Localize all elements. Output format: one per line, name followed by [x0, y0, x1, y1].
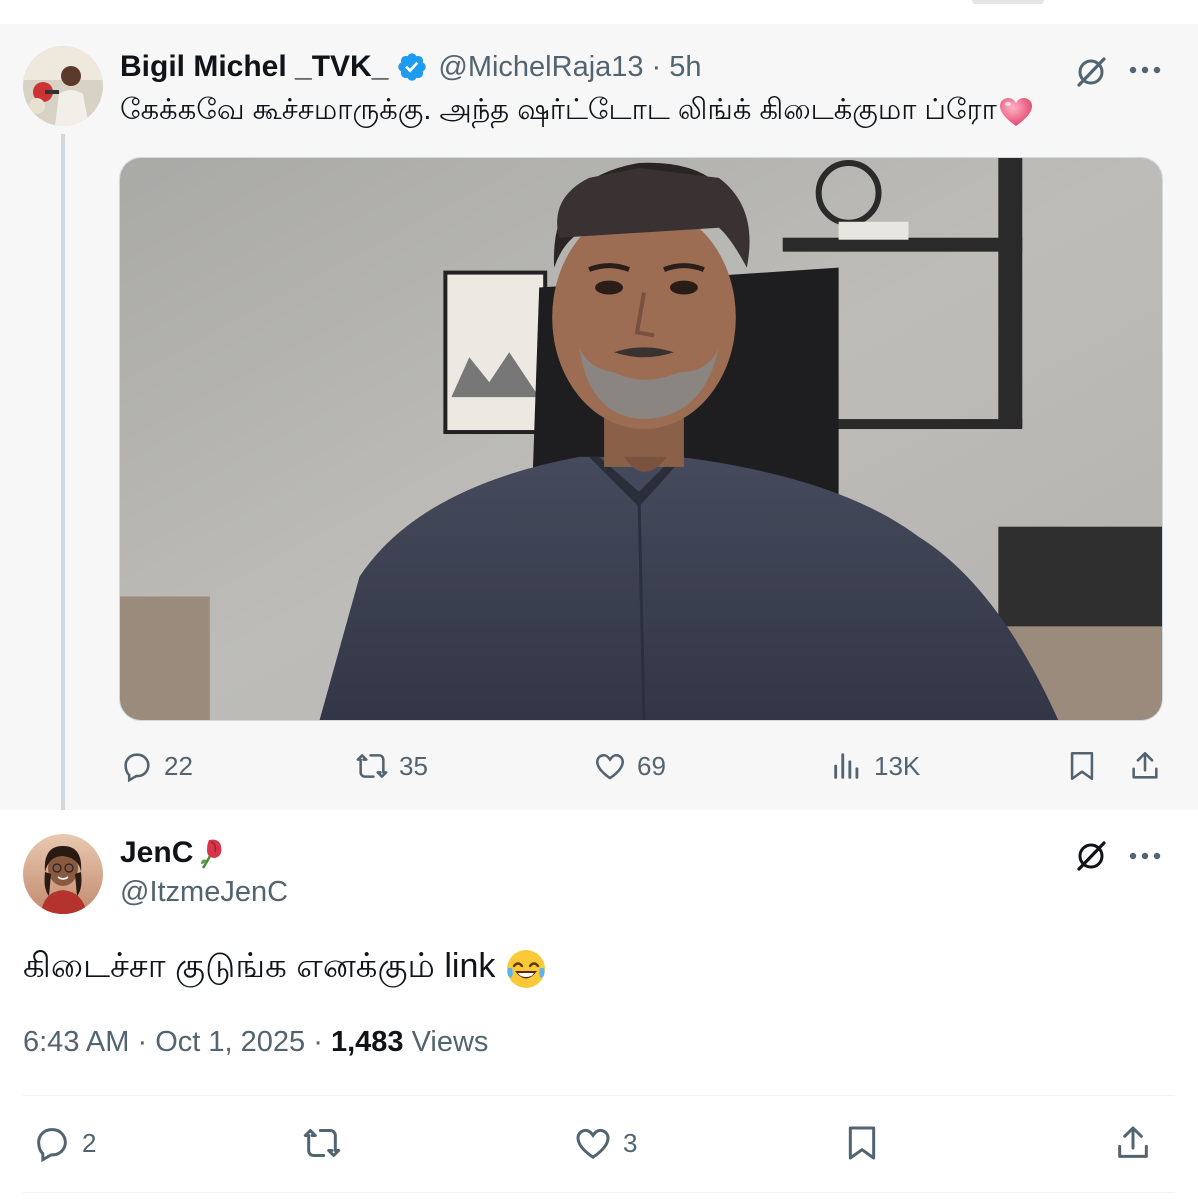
repost-button[interactable]: 35 — [355, 749, 428, 783]
reply-icon — [124, 753, 150, 783]
author-name[interactable]: Bigil Michel _TVK_ — [120, 50, 388, 84]
author-handle[interactable]: @MichelRaja13 — [438, 51, 643, 84]
separator-dot: · — [313, 1026, 323, 1058]
repost-icon — [356, 754, 388, 778]
reply-count: 22 — [164, 750, 193, 781]
heart-icon — [576, 1128, 610, 1159]
avatar[interactable] — [23, 834, 103, 914]
divider — [23, 1192, 1175, 1193]
separator-dot: · — [137, 1026, 148, 1058]
post-time[interactable]: 5h — [669, 51, 701, 84]
heart-icon — [595, 754, 625, 780]
views-button[interactable]: 13K — [830, 749, 920, 783]
grok-icon[interactable] — [1073, 54, 1109, 90]
reply-button[interactable]: 22 — [120, 749, 193, 783]
like-count: 3 — [623, 1127, 638, 1158]
bookmark-button[interactable] — [1065, 749, 1099, 783]
like-count: 69 — [637, 750, 666, 781]
views-count[interactable]: 1,483 — [331, 1026, 404, 1058]
bookmark-button[interactable] — [842, 1123, 882, 1163]
author-name[interactable]: JenC — [120, 836, 193, 870]
top-strip — [0, 0, 1198, 24]
separator-dot: · — [651, 50, 662, 83]
wilted-rose-emoji-icon — [201, 839, 222, 869]
parent-tweet[interactable]: Bigil Michel _TVK_ @MichelRaja13 · 5h கே… — [0, 24, 1198, 836]
like-button[interactable]: 69 — [593, 749, 666, 783]
more-options-icon[interactable] — [1128, 62, 1162, 74]
author-handle[interactable]: @ItzmeJenC — [120, 876, 288, 909]
thread-connector-line — [61, 134, 65, 836]
post-metadata: 6:43 AM · Oct 1, 2025 · 1,483 Views — [23, 1026, 488, 1059]
tweet-text-content: கிடைச்சா குடுங்க எனக்கும் link — [23, 947, 496, 985]
share-icon — [1132, 751, 1158, 779]
share-button[interactable] — [1128, 749, 1162, 783]
heart-emoji-icon — [999, 98, 1032, 126]
bookmark-icon — [1070, 751, 1094, 781]
views-label: Views — [411, 1026, 489, 1058]
grok-icon[interactable] — [1073, 838, 1109, 874]
reply-tweet[interactable]: JenC @ItzmeJenC கிடைச்சா குடுங்க எனக்கும… — [0, 810, 1198, 1200]
reply-button[interactable]: 2 — [32, 1123, 96, 1163]
like-button[interactable]: 3 — [573, 1123, 637, 1163]
tweet-text: கிடைச்சா குடுங்க எனக்கும் link — [23, 947, 547, 990]
reply-icon — [37, 1128, 67, 1163]
share-icon — [1118, 1126, 1148, 1158]
laughing-tears-emoji-icon — [507, 949, 546, 988]
avatar[interactable] — [23, 46, 103, 126]
views-count: 13K — [874, 750, 921, 781]
post-date[interactable]: Oct 1, 2025 — [155, 1026, 305, 1058]
tweet-media-photo[interactable] — [119, 157, 1163, 721]
divider — [23, 1095, 1175, 1096]
bookmark-icon — [848, 1126, 876, 1160]
tweet-text: கேக்கவே கூச்சமாருக்கு. அந்த ஷர்ட்டோட லிங… — [120, 94, 1033, 130]
window-tab-indicator — [972, 0, 1044, 4]
post-time[interactable]: 6:43 AM — [23, 1026, 129, 1058]
verified-badge-icon[interactable] — [396, 51, 428, 83]
repost-icon — [303, 1129, 341, 1157]
repost-button[interactable] — [302, 1123, 342, 1163]
views-chart-icon — [834, 753, 859, 779]
share-button[interactable] — [1113, 1123, 1153, 1163]
reply-count: 2 — [82, 1127, 97, 1158]
more-options-icon[interactable] — [1128, 848, 1162, 860]
repost-count: 35 — [399, 750, 428, 781]
tweet-text-content: கேக்கவே கூச்சமாருக்கு. அந்த ஷர்ட்டோட லிங… — [120, 94, 997, 126]
